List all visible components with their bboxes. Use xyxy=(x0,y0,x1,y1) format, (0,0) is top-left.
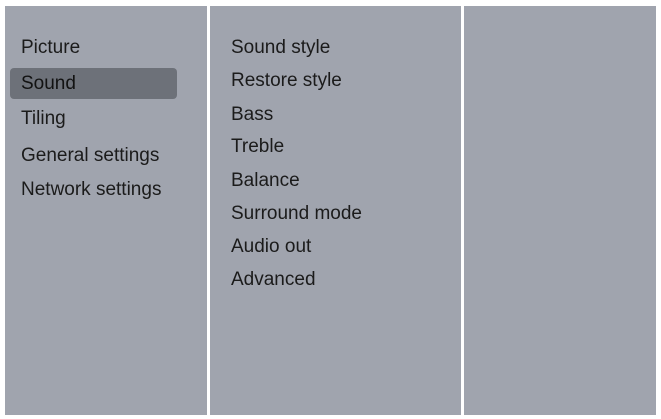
menu-item-picture[interactable]: Picture xyxy=(10,32,177,63)
submenu-item-balance[interactable]: Balance xyxy=(231,165,300,196)
detail-panel xyxy=(464,6,656,415)
submenu-item-surround-mode[interactable]: Surround mode xyxy=(231,198,362,229)
menu-item-network-settings[interactable]: Network settings xyxy=(10,174,177,205)
submenu-item-bass[interactable]: Bass xyxy=(231,99,273,130)
submenu-item-sound-style[interactable]: Sound style xyxy=(231,32,330,63)
submenu-item-restore-style[interactable]: Restore style xyxy=(231,65,342,96)
settings-menu: Picture Sound Tiling General settings Ne… xyxy=(5,6,656,415)
menu-item-tiling[interactable]: Tiling xyxy=(10,103,177,134)
main-menu-panel: Picture Sound Tiling General settings Ne… xyxy=(5,6,207,415)
submenu-item-advanced[interactable]: Advanced xyxy=(231,264,316,295)
menu-item-sound[interactable]: Sound xyxy=(10,68,177,99)
submenu-item-audio-out[interactable]: Audio out xyxy=(231,231,311,262)
submenu-item-treble[interactable]: Treble xyxy=(231,131,284,162)
menu-item-general-settings[interactable]: General settings xyxy=(10,140,177,171)
sound-submenu-panel: Sound style Restore style Bass Treble Ba… xyxy=(210,6,461,415)
